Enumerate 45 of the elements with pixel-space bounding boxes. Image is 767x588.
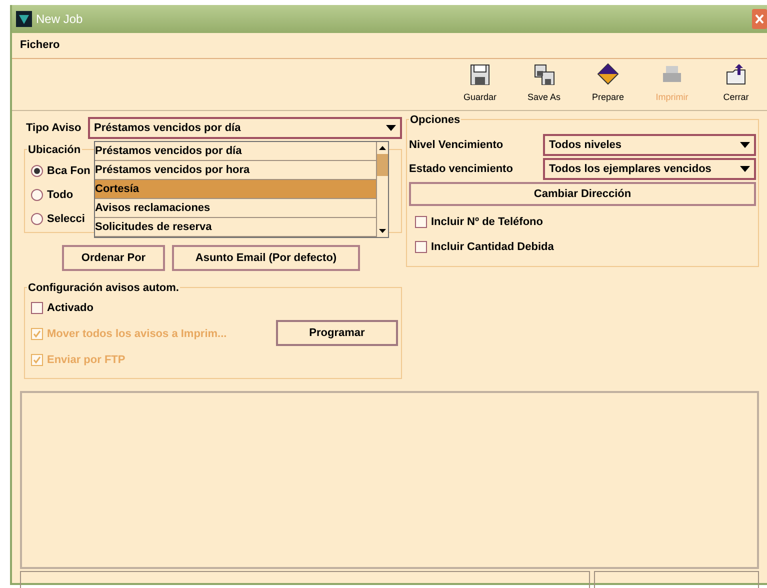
group-title: Configuración avisos autom. (27, 280, 180, 296)
checkbox-label: Incluir Cantidad Debida (431, 240, 554, 255)
checkbox[interactable] (415, 241, 427, 253)
radio-label: Selecci (47, 212, 85, 227)
action-button[interactable]: Ordenar Por (62, 245, 165, 271)
radio-button[interactable] (31, 165, 43, 177)
program-button[interactable]: Programar (276, 320, 398, 346)
menu-item[interactable]: Fichero (20, 37, 60, 54)
caret-icon (740, 166, 750, 172)
list-item[interactable]: Cortesía (95, 180, 376, 199)
dropdown[interactable]: Todos los ejemplares vencidos (543, 158, 756, 180)
up-arrow-icon[interactable] (379, 146, 386, 150)
checkbox-label: Enviar por FTP (47, 352, 126, 368)
window-title: New Job (36, 11, 83, 28)
diamond-icon (597, 62, 619, 84)
radio-button[interactable] (31, 189, 43, 201)
field-label: Nivel Vencimiento (409, 138, 504, 153)
floppy-disks-icon (533, 62, 555, 84)
toolbar-button[interactable]: Save As (515, 62, 573, 104)
caret-icon (740, 142, 750, 148)
checkbox[interactable] (31, 302, 43, 314)
dropdown[interactable]: Todos niveles (543, 134, 756, 156)
toolbar-button[interactable]: Cerrar (707, 62, 765, 104)
caret-icon (386, 125, 396, 131)
checkbox-label: Mover todos los avisos a Imprim... (47, 326, 227, 342)
group-title: Opciones (409, 112, 462, 128)
radio-label: Todo (47, 188, 74, 203)
checkbox-label: Incluir Nº de Teléfono (431, 214, 543, 230)
close-icon[interactable] (752, 9, 767, 29)
change-address-button[interactable]: Cambiar Dirección (409, 182, 756, 206)
app-icon (16, 11, 32, 27)
radio-label: Bca Fon (47, 164, 90, 179)
down-arrow-icon[interactable] (379, 229, 386, 233)
field-label: Estado vencimiento (409, 162, 514, 177)
scrollbar[interactable] (376, 142, 388, 237)
folder-arrow-icon (725, 62, 747, 84)
scrollbar-thumb[interactable] (377, 154, 388, 176)
action-button[interactable]: Asunto Email (Por defecto) (172, 245, 360, 271)
toolbar-button[interactable]: Guardar (451, 62, 509, 104)
checkbox[interactable] (415, 216, 427, 228)
dropdown[interactable]: Préstamos vencidos por día (88, 117, 402, 139)
checkbox-label: Activado (47, 300, 94, 316)
radio-button[interactable] (31, 213, 43, 225)
toolbar-button[interactable]: Prepare (579, 62, 637, 104)
field-label: Tipo Aviso (25, 120, 82, 136)
